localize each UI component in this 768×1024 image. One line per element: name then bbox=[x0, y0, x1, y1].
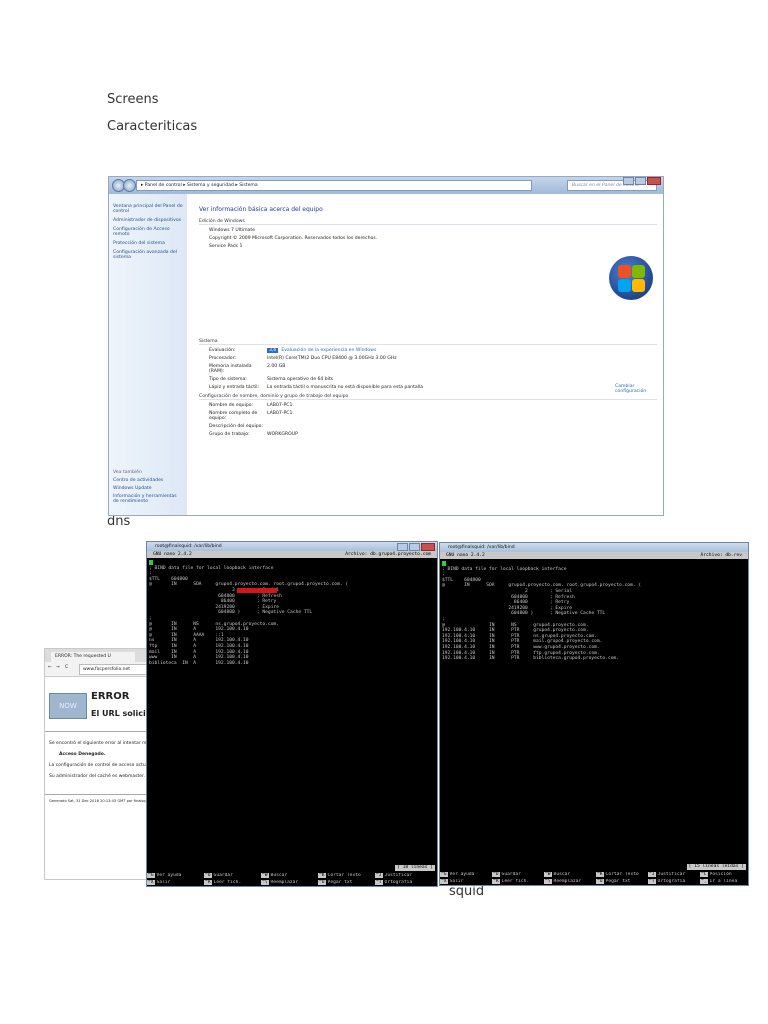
name-row: Nombre de equipo: LAB07-PC1 bbox=[209, 403, 293, 408]
error-title: ERROR bbox=[91, 691, 130, 702]
divider bbox=[45, 794, 157, 795]
terminal-left: root@finalsquid: /var/lib/bind GNU nano … bbox=[146, 541, 438, 887]
code-line: 3 ; Serial bbox=[149, 587, 279, 593]
browser-tab[interactable]: ERROR: The requested U bbox=[51, 652, 135, 662]
sidebar-item-remote[interactable]: Configuración de Acceso remoto bbox=[113, 227, 183, 237]
nano-header: GNU nano 2.4.2 Archivo: db.rev bbox=[440, 552, 748, 559]
code-line: 192.100.4.10 IN PTR biblioteca.grupo4.pr… bbox=[442, 656, 620, 662]
error-line: Acceso Denegado. bbox=[59, 752, 106, 757]
error-line: Su administrador del caché es webmaster. bbox=[49, 774, 145, 779]
minimize-button[interactable] bbox=[397, 543, 408, 551]
name-row: Grupo de trabajo: WORKGROUP bbox=[209, 432, 298, 437]
browser-window: ERROR: The requested U ← → C www.facpers… bbox=[44, 648, 158, 880]
selection-highlight bbox=[237, 587, 277, 593]
nano-buffer[interactable]: ; BIND data file for local loopback inte… bbox=[147, 558, 437, 668]
edition-heading: Edición de Windows bbox=[199, 219, 657, 225]
error-footer: Generado Sat, 31 Dec 2016 20:13:43 GMT p… bbox=[49, 799, 152, 803]
cursor bbox=[149, 560, 153, 565]
code-line: biblioteca IN A 192.100.4.10 bbox=[149, 660, 249, 666]
system-row: Evaluación: 3,6 Evaluación de la experie… bbox=[209, 348, 377, 353]
windows-logo-icon bbox=[609, 256, 653, 300]
terminal-title: root@finalsquid: /var/lib/bind bbox=[440, 543, 748, 552]
forward-icon[interactable] bbox=[123, 179, 136, 192]
heading-squid: squid bbox=[449, 884, 485, 899]
window-toolbar: ▸ Panel de control ▸ Sistema y seguridad… bbox=[109, 177, 663, 194]
system-row: Lápiz y entrada táctil: La entrada táctil… bbox=[209, 385, 424, 390]
nano-shortcuts: ^G Ver ayuda ^O Guardar ^W Buscar ^K Cortar … bbox=[440, 872, 748, 885]
system-row: Memoria instalada (RAM): 2.00 GB bbox=[209, 364, 286, 374]
shortcut-item[interactable]: ^T Ortografía bbox=[375, 879, 432, 887]
name-row: Descripción del equipo: bbox=[209, 424, 264, 429]
browser-tabs: ERROR: The requested U bbox=[45, 649, 157, 662]
shortcut-item[interactable]: ^U Pegar txt bbox=[596, 878, 648, 886]
service-pack: Service Pack 1 bbox=[209, 244, 243, 249]
error-line: La configuración de control de acceso ac… bbox=[49, 763, 146, 768]
error-line: Se encontró el siguiente error al intent… bbox=[49, 741, 147, 746]
sidebar-see-also: Vea también Centro de actividades Window… bbox=[113, 470, 183, 507]
nano-status: [ 18 líneas ] bbox=[395, 865, 435, 871]
rating-link[interactable]: Evaluación de la experiencia en Windows bbox=[281, 348, 376, 353]
edition-value: Windows 7 Ultimate bbox=[209, 228, 255, 233]
maximize-button[interactable] bbox=[409, 543, 420, 551]
nano-header: GNU nano 2.4.2 Archivo: db.grupo4.proyec… bbox=[147, 551, 437, 558]
main-panel: Ver información básica acerca del equipo… bbox=[193, 194, 663, 515]
name-heading: Configuración de nombre, dominio y grupo… bbox=[199, 394, 657, 400]
shortcut-item[interactable]: ^U Pegar txt bbox=[318, 879, 375, 887]
maximize-button[interactable] bbox=[635, 177, 646, 185]
divider bbox=[45, 731, 157, 732]
terminal-title: root@finalsquid: /var/lib/bind bbox=[147, 542, 437, 551]
change-settings-link[interactable]: Cambiar configuración bbox=[615, 384, 655, 394]
shortcut-item[interactable]: ^R Leer fich. bbox=[204, 879, 261, 887]
sidebar-item-advanced[interactable]: Configuración avanzada del sistema bbox=[113, 250, 183, 260]
nano-shortcuts: ^G Ver ayuda ^O Guardar ^W Buscar ^K Cortar … bbox=[147, 873, 437, 886]
page-title: Ver información básica acerca del equipo bbox=[199, 206, 323, 213]
shortcut-item[interactable]: ^\ Reemplazar bbox=[261, 879, 318, 887]
sidebar-item-windows-update[interactable]: Windows Update bbox=[113, 486, 183, 491]
name-row: Nombre completo de equipo: LAB07-PC1 bbox=[209, 411, 293, 421]
rating-badge: 3,6 bbox=[267, 348, 279, 353]
minimize-button[interactable] bbox=[623, 177, 634, 185]
shortcut-item[interactable]: ^X Salir bbox=[147, 879, 204, 887]
system-row: Tipo de sistema: Sistema operativo de 64 … bbox=[209, 377, 334, 382]
shortcut-item[interactable]: ^R Leer fich. bbox=[492, 878, 544, 886]
forward-icon[interactable]: → bbox=[56, 665, 60, 670]
heading-screens: Screens bbox=[107, 92, 159, 107]
heading-caracteristicas: Caracteriticas bbox=[107, 119, 198, 134]
close-button[interactable] bbox=[421, 543, 435, 551]
reload-icon[interactable]: C bbox=[65, 665, 68, 670]
window-controls bbox=[623, 177, 661, 185]
heading-dns: dns bbox=[107, 514, 131, 529]
sidebar-item-device-manager[interactable]: Administrador de dispositivos bbox=[113, 218, 183, 223]
cursor bbox=[442, 561, 446, 566]
sidebar-item-protection[interactable]: Protección del sistema bbox=[113, 241, 183, 246]
sidebar-item-action-center[interactable]: Centro de actividades bbox=[113, 478, 183, 483]
shortcut-item[interactable]: ^T Ortografía bbox=[648, 878, 700, 886]
system-heading: Sistema bbox=[199, 339, 657, 345]
shortcut-item[interactable]: ^\ Reemplazar bbox=[544, 878, 596, 886]
system-row: Procesador: Intel(R) Core(TM)2 Duo CPU E8… bbox=[209, 356, 397, 361]
sidebar-item-performance[interactable]: Información y herramientas de rendimient… bbox=[113, 494, 183, 504]
nano-buffer[interactable]: ; BIND data file for local loopback inte… bbox=[440, 559, 748, 664]
sidebar: Ventana principal del Panel de control A… bbox=[109, 194, 187, 515]
breadcrumb[interactable]: ▸ Panel de control ▸ Sistema y seguridad… bbox=[136, 180, 532, 191]
nano-status: [ 15 líneas leídas ] bbox=[686, 864, 746, 870]
windows-system-window: ▸ Panel de control ▸ Sistema y seguridad… bbox=[108, 176, 664, 516]
shortcut-item[interactable]: ^_ Ir a línea bbox=[700, 878, 740, 886]
close-button[interactable] bbox=[647, 177, 661, 185]
copyright-text: Copyright © 2009 Microsoft Corporation. … bbox=[209, 236, 378, 241]
terminal-right: root@finalsquid: /var/lib/bind GNU nano … bbox=[439, 542, 749, 886]
browser-toolbar: ← → C www.facpersfolio.net bbox=[45, 662, 157, 677]
back-icon[interactable]: ← bbox=[48, 665, 52, 670]
sidebar-item-home[interactable]: Ventana principal del Panel de control bbox=[113, 204, 183, 214]
window-controls bbox=[397, 543, 435, 551]
shortcut-item[interactable]: ^X Salir bbox=[440, 878, 492, 886]
see-also-label: Vea también bbox=[113, 470, 142, 475]
squid-logo: NOW bbox=[49, 693, 87, 719]
